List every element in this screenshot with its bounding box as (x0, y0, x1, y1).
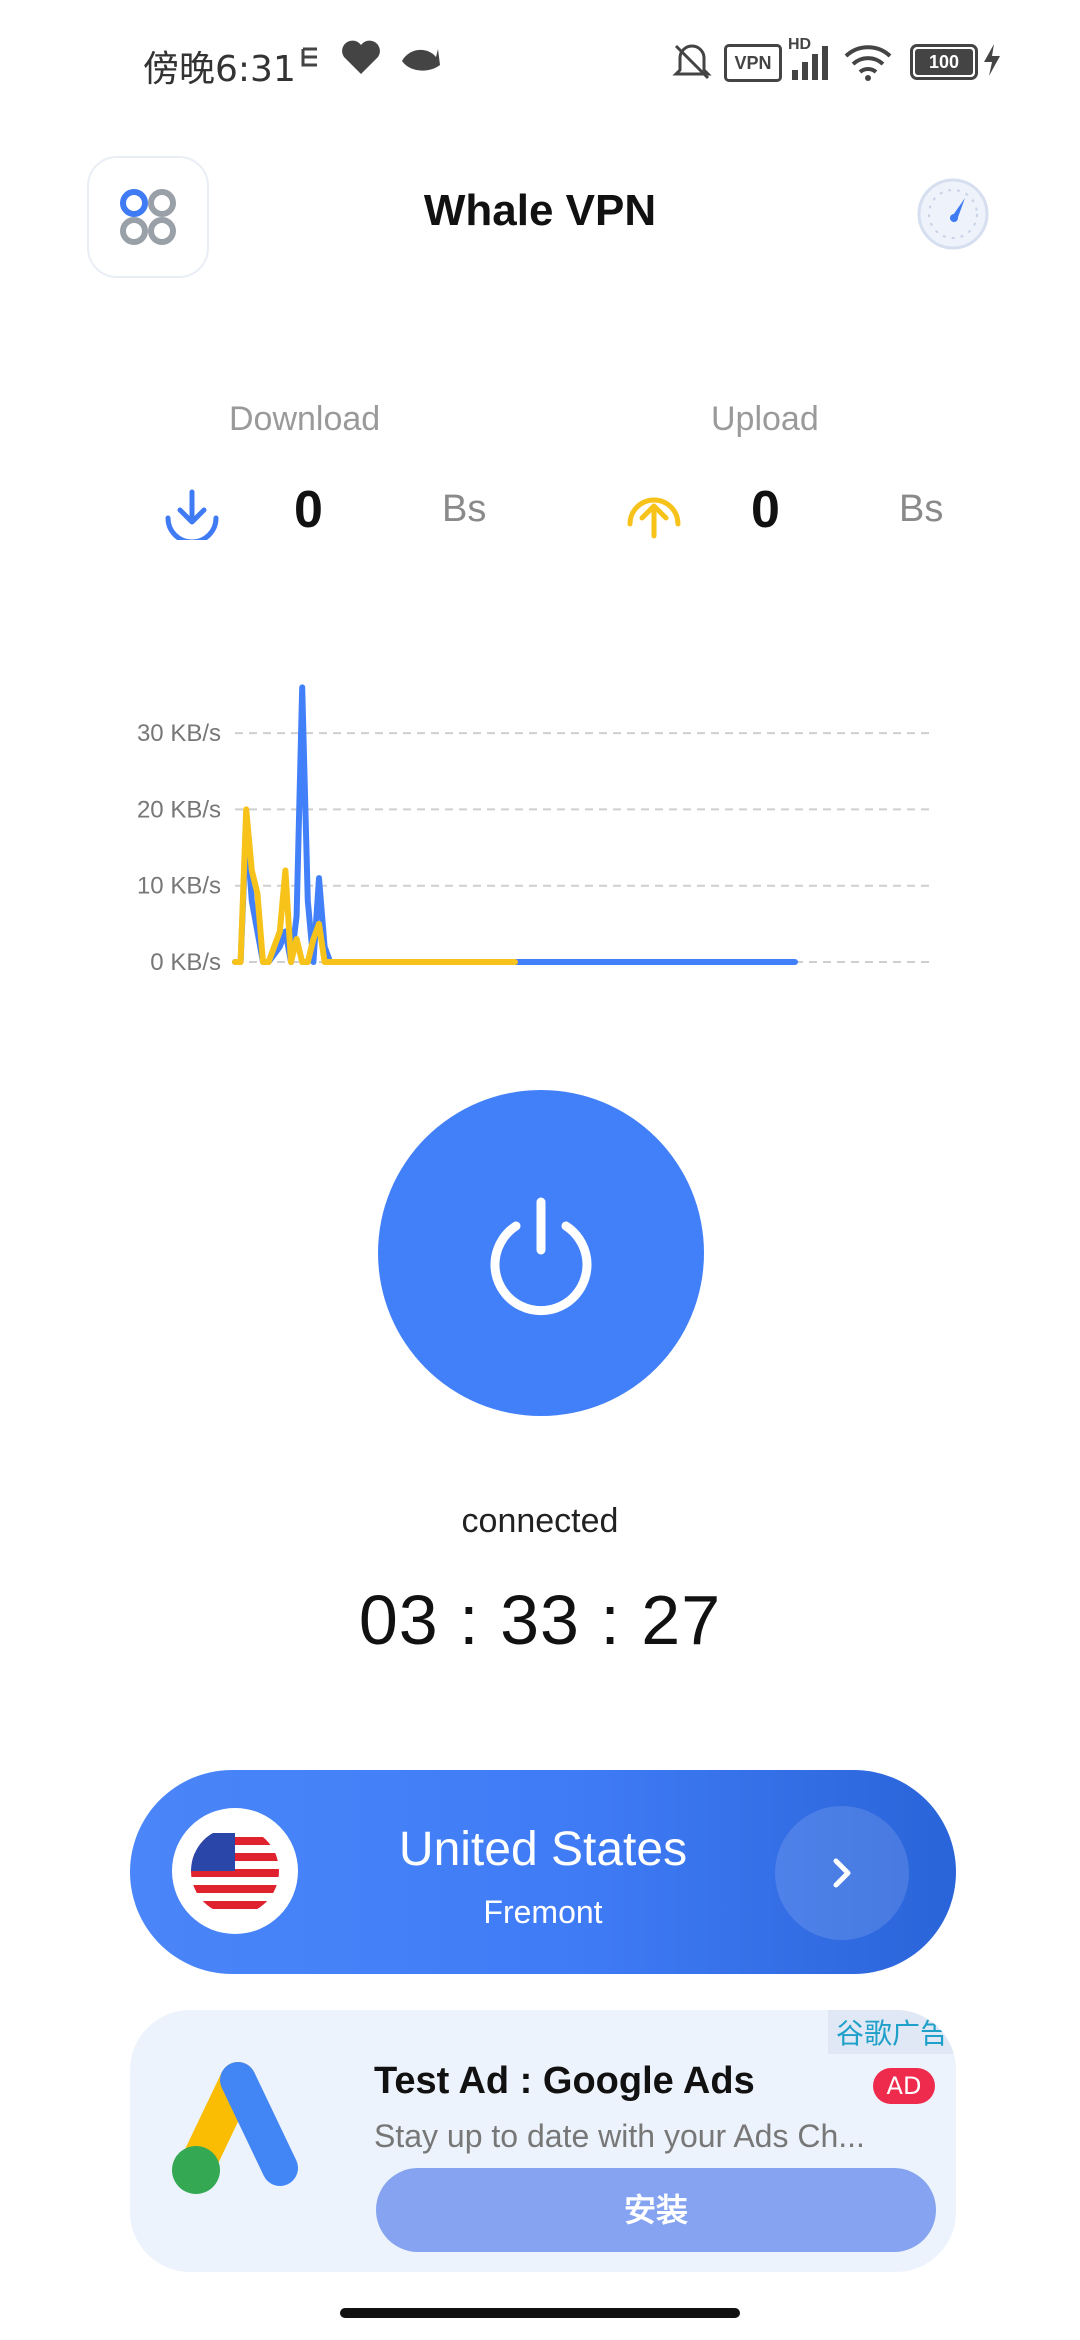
chevron-right-icon (833, 1858, 851, 1888)
status-right-icons: VPN HD 100 (660, 32, 1080, 92)
ad-title: Test Ad : Google Ads (374, 2060, 755, 2102)
ad-install-button[interactable]: 安装 (376, 2168, 936, 2252)
ad-source-label: 谷歌广告 (827, 2010, 956, 2054)
traffic-chart: 0 KB/s 10 KB/s 20 KB/s 30 KB/s (137, 684, 935, 976)
ad-badge: AD (873, 2068, 935, 2104)
wifi-icon (844, 45, 892, 81)
status-time: 傍晚6:31 (143, 49, 296, 90)
server-arrow-button[interactable] (775, 1806, 909, 1940)
mute-icon (672, 44, 712, 80)
ad-body: Stay up to date with your Ads Ch... (374, 2118, 865, 2154)
charging-icon (984, 44, 1000, 76)
download-unit: Bs (442, 488, 487, 530)
chart-y-tick-label: 20 KB/s (137, 796, 221, 823)
connection-timer: 03 : 33 : 27 (358, 1581, 722, 1659)
battery-icon: 100 (910, 44, 978, 80)
upload-unit: Bs (899, 488, 944, 530)
server-selector[interactable]: United States Fremont (130, 1770, 956, 1974)
google-ads-logo-icon (172, 2056, 302, 2220)
download-value: 0 (294, 481, 323, 539)
download-arrow-icon (162, 488, 222, 545)
upload-label: Upload (711, 400, 819, 438)
upload-arrow-icon (624, 488, 684, 544)
power-button[interactable] (378, 1090, 704, 1416)
power-icon (490, 1197, 592, 1316)
vpn-icon: VPN (724, 44, 782, 82)
heart-icon (342, 40, 380, 74)
whale-icon (402, 49, 440, 71)
speedometer-icon (917, 178, 989, 250)
notification-icon (301, 47, 317, 67)
ad-card[interactable]: 谷歌广告 Test Ad : Google Ads AD Stay up to … (130, 2010, 956, 2272)
download-label: Download (229, 400, 381, 438)
chart-y-tick-label: 10 KB/s (137, 873, 221, 900)
home-indicator[interactable] (340, 2308, 740, 2318)
chart-y-tick-label: 30 KB/s (137, 720, 221, 747)
status-left-icons (300, 40, 440, 76)
upload-value: 0 (751, 481, 780, 539)
chart-y-tick-label: 0 KB/s (150, 949, 221, 976)
signal-icon (792, 46, 828, 80)
connection-status: connected (461, 1502, 619, 1540)
battery-level: 100 (928, 52, 960, 72)
speed-test-button[interactable] (915, 176, 991, 252)
download-series-line (232, 684, 798, 965)
